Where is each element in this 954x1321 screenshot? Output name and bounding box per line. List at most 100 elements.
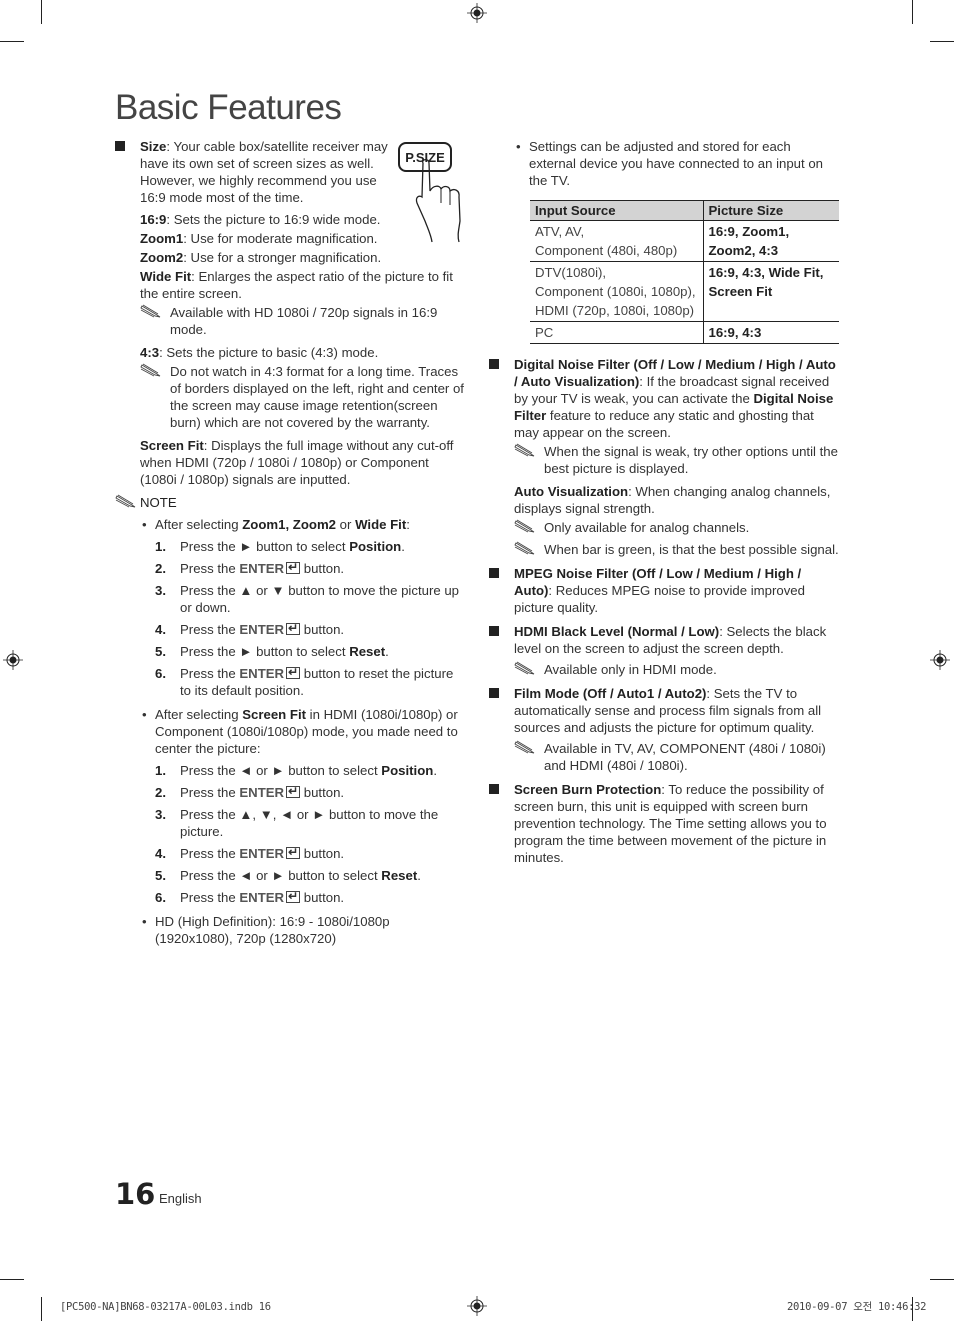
step-bold: Position [349,539,402,554]
section-text: : Reduces MPEG noise to provide improved… [514,583,805,615]
step-text: Press the ▲ or ▼ button to move the pict… [180,583,460,615]
bullet-text: Settings can be adjusted and stored for … [529,139,823,188]
step-number: 4. [155,846,166,861]
registration-mark-icon [467,3,487,23]
note-text: Do not watch in 4:3 format for a long ti… [170,364,464,430]
pencil-note-icon [514,443,535,457]
bullet-dot-icon: • [142,914,147,929]
step-text: . [401,539,405,554]
step-number: 6. [155,890,166,905]
crop-mark [0,41,24,42]
bullet-text: After selecting [155,517,243,532]
bullet-dot-icon: • [142,707,147,722]
table-row: DTV(1080i), Component (1080i, 1080p), HDMI… [530,261,839,322]
mode-label: 16:9 [140,212,167,227]
note-text: Available in TV, AV, COMPONENT (480i / 1… [544,741,826,773]
enter-key-label: ENTER [239,561,285,576]
page-language: English [159,1191,202,1206]
size-description: : Your cable box/satellite receiver may … [140,139,388,205]
step-item: 4. Press the ENTER button. [155,620,467,638]
bullet-text: After selecting [155,707,243,722]
bullet-dot-icon: • [516,139,521,154]
bullet-bold: Zoom1, Zoom2 [242,517,337,532]
table-row: ATV, AV, Component (480i, 480p) 16:9, Zoom… [530,220,839,262]
print-slug-file: [PC500-NA]BN68-03217A-00L03.indb 16 [60,1301,271,1313]
cell-picture-size: 16:9, 4:3, Wide Fit, Screen Fit [702,261,839,322]
cell-line: 16:9, 4:3 [708,325,762,340]
mode-43: 4:3: Sets the picture to basic (4:3) mod… [140,344,467,361]
mode-169: 16:9: Sets the picture to 16:9 wide mode… [140,211,467,228]
square-bullet-icon [489,359,499,369]
cell-line: Screen Fit [708,284,773,299]
table-row: PC 16:9, 4:3 [530,321,839,344]
step-text: Press the [180,846,240,861]
note-bullets: • After selecting Zoom1, Zoom2 or Wide F… [115,516,467,947]
section-text: feature to reduce any static and ghostin… [514,408,814,440]
mode-screenfit: Screen Fit: Displays the full image with… [140,437,467,488]
cell-line: Zoom2, 4:3 [708,243,779,258]
digital-noise-filter-section: Digital Noise Filter (Off / Low / Medium… [489,356,841,558]
step-item: 1. Press the ◄ or ► button to select Posi… [155,762,467,779]
mode-zoom2: Zoom2: Use for a stronger magnification. [140,249,467,266]
square-bullet-icon [489,626,499,636]
enter-key-label: ENTER [239,785,285,800]
cell-picture-size: 16:9, Zoom1, Zoom2, 4:3 [702,220,839,262]
note-text: Available with HD 1080i / 720p signals i… [170,305,438,337]
cell-line: PC [535,325,554,340]
page-number: 16 [115,1177,156,1211]
autovis-note: When bar is green, is that the best poss… [514,541,841,558]
enter-key-label: ENTER [239,890,285,905]
cell-line: ATV, AV, [535,224,585,239]
section-label: Auto Visualization [514,484,629,499]
cell-line: 16:9, Zoom1, [708,224,790,239]
mode-label: 4:3 [140,345,160,360]
crop-mark [41,1297,42,1321]
enter-key-icon [286,888,301,905]
step-item: 1. Press the ► button to select Position. [155,538,467,555]
step-item: 5. Press the ◄ or ► button to select Rese… [155,867,467,884]
pencil-note-icon [514,740,535,754]
crop-mark [0,1279,24,1280]
step-item: 2. Press the ENTER button. [155,783,467,801]
autovis-note: Only available for analog channels. [514,519,841,536]
step-bold: Position [381,763,434,778]
step-item: 4. Press the ENTER button. [155,844,467,862]
size-section: Size: Your cable box/satellite receiver … [115,138,390,206]
cell-line: DTV(1080i), [535,265,607,280]
registration-mark-icon [930,650,950,670]
step-bold: Reset [381,868,418,883]
bullet-screenfit-position: • After selecting Screen Fit in HDMI (10… [140,706,467,906]
mode-label: Zoom1 [140,231,184,246]
step-text: Press the [180,622,240,637]
bullet-text: : [406,517,410,532]
enter-key-icon [286,559,301,576]
hdmi-black-level-section: HDMI Black Level (Normal / Low): Selects… [489,623,841,678]
note-text: Available only in HDMI mode. [544,662,717,677]
bullet-bold: Wide Fit [355,517,407,532]
cell-input-source: ATV, AV, Component (480i, 480p) [530,220,703,262]
size-label: Size [140,139,167,154]
step-list: 1. Press the ► button to select Position.… [155,538,467,699]
bullet-dot-icon: • [142,517,147,532]
step-number: 3. [155,583,166,598]
pencil-note-icon [115,494,136,508]
step-text: button. [300,846,345,861]
step-text: Press the ◄ or ► button to select [180,763,382,778]
crop-mark [41,0,42,24]
step-text: Press the [180,890,240,905]
pencil-note-icon [140,363,161,377]
step-text: button. [300,622,345,637]
crop-mark [912,0,913,24]
mode-43-note: Do not watch in 4:3 format for a long ti… [140,363,467,431]
mode-text: : Use for moderate magnification. [183,231,378,246]
note-text: When the signal is weak, try other optio… [544,444,838,476]
crop-mark [930,41,954,42]
step-item: 6.Press the ENTER button to reset the pi… [155,664,467,699]
step-text: . [417,868,421,883]
note-text: Only available for analog channels. [544,520,750,535]
step-text: button. [300,785,345,800]
mode-widefit: Wide Fit: Enlarges the aspect ratio of t… [140,268,467,302]
mode-label: Zoom2 [140,250,184,265]
step-number: 3. [155,807,166,822]
step-number: 2. [155,561,166,576]
